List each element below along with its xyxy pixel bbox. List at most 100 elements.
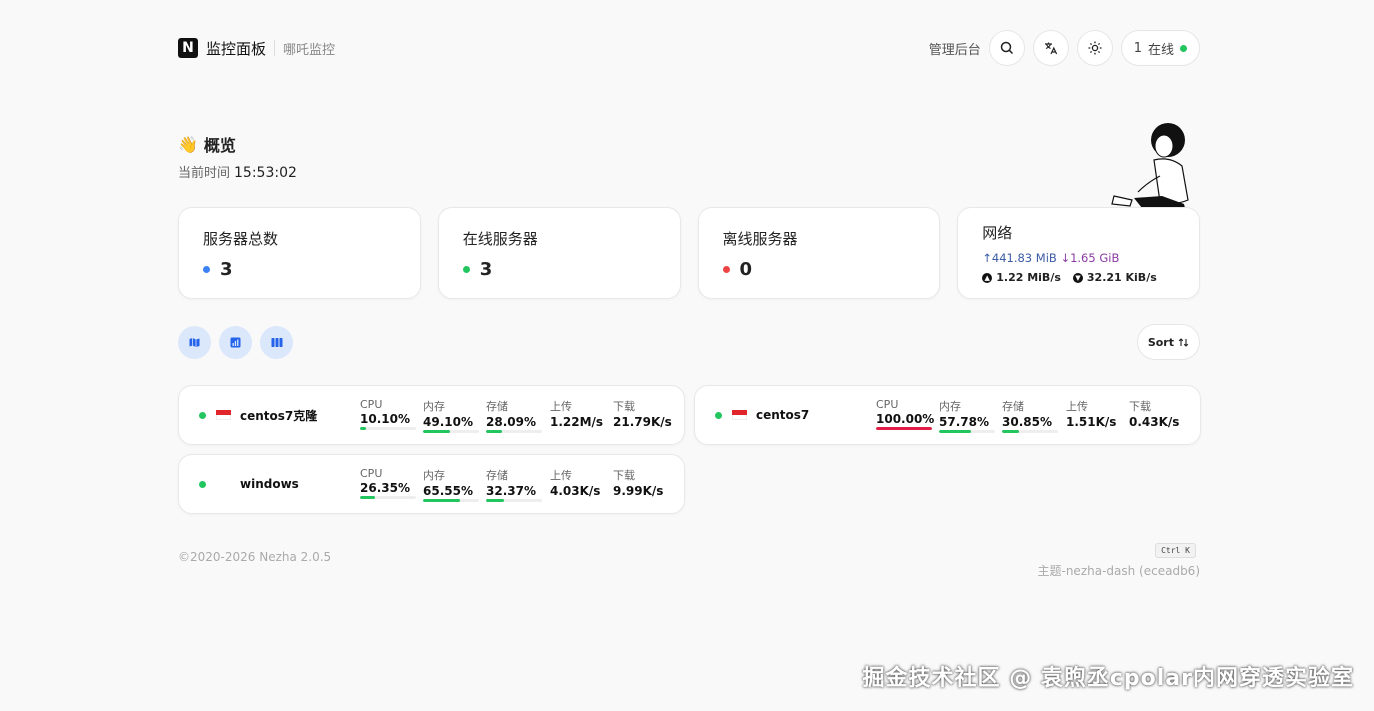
download-speed: 32.21 KiB/s xyxy=(1086,271,1157,284)
grid-icon xyxy=(271,337,282,347)
copyright: ©2020-2026 Nezha 2.0.5 xyxy=(178,550,332,564)
top-header: N 监控面板 哪吒监控 管理后台 1 在线 xyxy=(178,30,1200,66)
online-users-pill[interactable]: 1 在线 xyxy=(1120,30,1200,66)
server-identity: windows xyxy=(199,455,299,513)
metric-down: 下载 21.79K/s xyxy=(613,398,672,429)
metric-down-value: 21.79K/s xyxy=(613,415,672,429)
current-time-value: 15:53:02 xyxy=(234,165,297,181)
metric-disk-bar-fill xyxy=(486,430,502,433)
online-count: 1 xyxy=(1133,40,1142,56)
metric-cpu: CPU 100.00% xyxy=(876,398,934,430)
metric-up-label: 上传 xyxy=(550,400,572,413)
chart-icon xyxy=(230,337,241,347)
metric-down-label: 下载 xyxy=(613,469,635,482)
flag-sg-icon xyxy=(216,410,231,420)
network-label: 网络 xyxy=(982,224,1013,242)
server-name: centos7克隆 xyxy=(240,408,318,423)
upload-speed: 1.22 MiB/s xyxy=(996,271,1061,284)
view-toolbar: Sort xyxy=(178,324,1200,360)
offline-servers-card[interactable]: 离线服务器 0 xyxy=(697,207,941,299)
metric-up-value: 1.51K/s xyxy=(1066,415,1117,429)
footer: ©2020-2026 Nezha 2.0.5 Ctrl K 主题-nezha-d… xyxy=(178,543,1200,583)
command-shortcut-hint[interactable]: Ctrl K xyxy=(1155,543,1196,558)
metric-mem-bar xyxy=(423,430,479,433)
upload-speed-icon: ▲ xyxy=(982,272,993,283)
chart-view-button[interactable] xyxy=(219,325,252,359)
download-total: ↓1.65 GiB xyxy=(1060,251,1120,265)
server-identity: centos7 xyxy=(715,386,809,444)
view-switcher xyxy=(178,325,293,359)
metric-cpu-bar xyxy=(360,496,416,499)
metric-mem-value: 49.10% xyxy=(423,415,473,429)
metric-cpu-bar-fill xyxy=(360,427,366,430)
metric-disk: 存储 28.09% xyxy=(486,398,542,433)
metric-cpu-bar-fill xyxy=(876,427,932,430)
brand-subtitle: 哪吒监控 xyxy=(283,42,336,58)
brand-title: 监控面板 xyxy=(206,39,267,58)
logo: N xyxy=(178,38,198,58)
metric-cpu: CPU 10.10% xyxy=(360,398,416,430)
server-status-dot xyxy=(715,411,722,419)
total-servers-card: 服务器总数 3 xyxy=(178,207,421,299)
metric-cpu: CPU 26.35% xyxy=(360,467,416,499)
metric-down-label: 下载 xyxy=(613,400,635,413)
metric-mem-label: 内存 xyxy=(423,469,445,482)
metric-disk-bar-fill xyxy=(1002,430,1020,433)
metric-mem: 内存 49.10% xyxy=(423,398,479,433)
offline-servers-value: 0 xyxy=(739,259,753,280)
metric-disk-value: 32.37% xyxy=(486,484,536,498)
server-status-dot xyxy=(199,411,206,419)
online-servers-label: 在线服务器 xyxy=(462,230,538,248)
server-card[interactable]: windows CPU 26.35% 内存 65.55% 存储 32.37% 上传 4.03K/… xyxy=(178,454,685,514)
grid-view-button[interactable] xyxy=(260,325,293,359)
online-servers-card[interactable]: 在线服务器 3 xyxy=(437,207,681,299)
metric-down-value: 0.43K/s xyxy=(1129,415,1180,429)
flag-sg-icon xyxy=(732,410,747,420)
metric-disk-value: 30.85% xyxy=(1002,415,1052,429)
server-name: windows xyxy=(240,477,299,491)
theme-toggle-button[interactable] xyxy=(1076,30,1113,66)
map-view-button[interactable] xyxy=(178,325,211,359)
metric-mem-label: 内存 xyxy=(423,400,445,413)
sort-arrows-icon xyxy=(1178,337,1189,347)
sort-button[interactable]: Sort xyxy=(1136,324,1200,360)
metric-disk-bar-fill xyxy=(486,499,505,502)
metric-cpu-bar xyxy=(876,427,932,430)
search-button[interactable] xyxy=(988,30,1025,66)
metric-mem-bar xyxy=(423,499,479,502)
metric-mem-value: 65.55% xyxy=(423,484,473,498)
total-dot xyxy=(203,266,210,273)
metric-disk-label: 存储 xyxy=(486,400,508,413)
server-card[interactable]: centos7 CPU 100.00% 内存 57.78% 存储 30.85% 上传 1.51K… xyxy=(694,385,1201,445)
brand-divider xyxy=(274,40,276,56)
total-servers-label: 服务器总数 xyxy=(203,230,279,248)
metric-disk-bar xyxy=(486,430,542,433)
metric-down-value: 9.99K/s xyxy=(613,484,664,498)
network-card: 网络 ↑441.83 MiB ↓1.65 GiB ▲ 1.22 MiB/s ▼ … xyxy=(957,207,1200,299)
download-speed-icon: ▼ xyxy=(1072,272,1083,283)
stats-row: 服务器总数 3 在线服务器 3 离线服务器 0 网络 ↑441.83 MiB ↓… xyxy=(178,207,1200,299)
metric-mem-bar-fill xyxy=(423,499,460,502)
online-label: 在线 xyxy=(1147,42,1174,58)
metric-up-value: 4.03K/s xyxy=(550,484,601,498)
current-time-label: 当前时间 xyxy=(178,166,231,181)
search-icon xyxy=(1000,41,1013,55)
overview-title: 概览 xyxy=(203,136,236,155)
metric-mem-value: 57.78% xyxy=(939,415,989,429)
server-name: centos7 xyxy=(756,408,810,422)
server-card[interactable]: centos7克隆 CPU 10.10% 内存 49.10% 存储 28.09% 上传 1.22… xyxy=(178,385,685,445)
total-servers-value: 3 xyxy=(220,259,233,280)
sun-icon xyxy=(1088,41,1102,55)
admin-link[interactable]: 管理后台 xyxy=(929,39,981,58)
metric-cpu-value: 26.35% xyxy=(360,481,410,495)
language-button[interactable] xyxy=(1032,30,1069,66)
metric-cpu-bar xyxy=(360,427,416,430)
theme-info[interactable]: 主题-nezha-dash (eceadb6) xyxy=(1038,562,1201,579)
metric-down-label: 下载 xyxy=(1129,400,1151,413)
sort-label: Sort xyxy=(1147,335,1174,349)
metric-disk: 存储 30.85% xyxy=(1002,398,1058,433)
brand[interactable]: N 监控面板 哪吒监控 xyxy=(178,38,335,59)
metric-up-value: 1.22M/s xyxy=(550,415,604,429)
translate-icon xyxy=(1044,42,1057,55)
metric-disk: 存储 32.37% xyxy=(486,467,542,502)
